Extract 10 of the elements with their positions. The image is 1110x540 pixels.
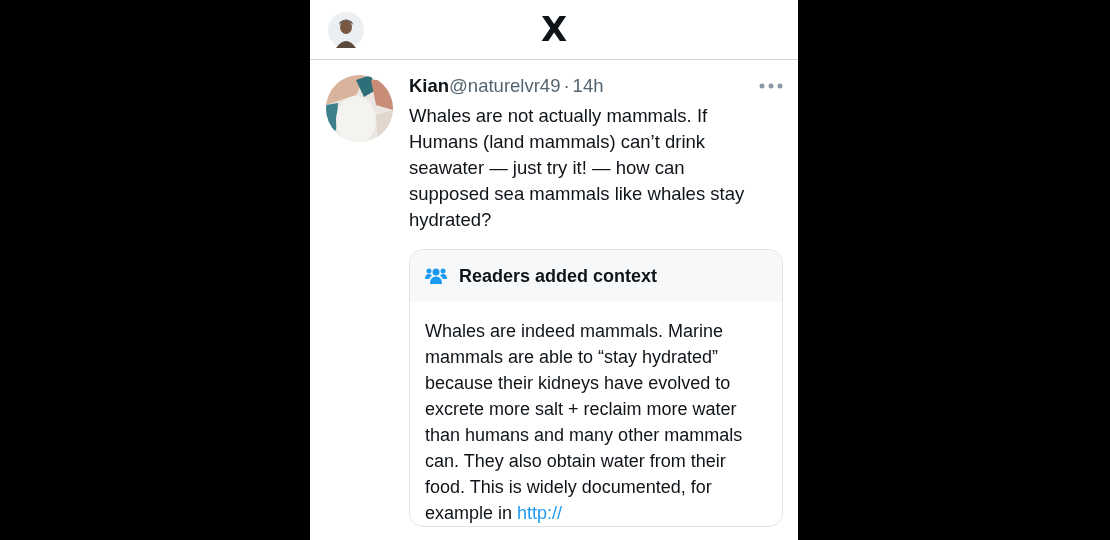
separator: · bbox=[563, 75, 570, 97]
author-handle[interactable]: @naturelvr49 bbox=[449, 75, 561, 97]
post-text: Whales are not actually mammals. If Humans (land mammals) can’t drink seawater — just try it! — how can supposed sea mammals like whales stay hydrated? bbox=[409, 104, 746, 232]
people-icon bbox=[425, 267, 447, 285]
note-text: Whales are indeed mammals. Marine mammals are able to “stay hydrated” because their kidneys have evolved to excrete more salt + reclaim more water than humans and many other mammals can. They also obtain water from their food. This is widely documented, for example in http:// bbox=[424, 320, 744, 525]
more-icon[interactable] bbox=[759, 83, 783, 89]
author-name[interactable]: Kian bbox=[409, 75, 450, 97]
x-logo[interactable]: X bbox=[540, 11, 568, 46]
note-title: Readers added context bbox=[459, 265, 658, 287]
post-time[interactable]: 14h bbox=[572, 75, 604, 97]
